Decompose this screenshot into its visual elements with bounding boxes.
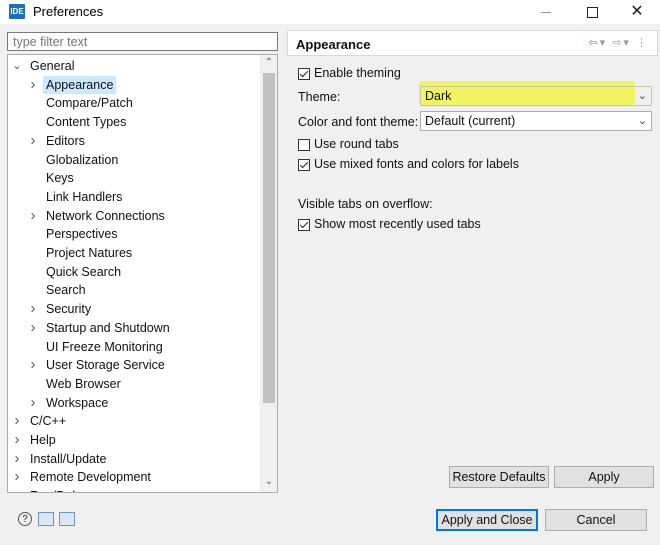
chevron-down-icon: ⌄ <box>637 90 647 102</box>
tree-item-label: Remote Development <box>30 470 151 485</box>
font-theme-select[interactable]: Default (current) ⌄ <box>420 111 652 131</box>
tree-item-label: Workspace <box>46 395 109 410</box>
theme-value: Dark <box>425 89 452 103</box>
tree-item-label: User Storage Service <box>46 358 165 373</box>
cancel-button[interactable]: Cancel <box>545 509 647 531</box>
round-tabs-label: Use round tabs <box>314 137 399 151</box>
window-title: Preferences <box>33 4 104 19</box>
chevron-right-icon[interactable]: › <box>12 450 22 468</box>
tree-item-label: General <box>30 59 75 73</box>
recent-tabs-label: Show most recently used tabs <box>314 217 481 231</box>
tree-scrollbar[interactable]: ⌃ ⌄ <box>260 55 277 492</box>
recent-tabs-checkbox[interactable] <box>298 219 310 231</box>
apply-and-close-button[interactable]: Apply and Close <box>436 509 538 531</box>
chevron-right-icon[interactable]: › <box>12 487 22 492</box>
tree-item-label: Perspectives <box>46 227 118 242</box>
font-theme-label: Color and font theme: <box>298 115 419 129</box>
chevron-down-icon[interactable]: ⌄ <box>12 57 22 75</box>
chevron-right-icon[interactable]: › <box>28 394 38 412</box>
chevron-down-icon: ⌄ <box>637 115 647 127</box>
maximize-button[interactable] <box>569 0 615 24</box>
tree-item-label: Search <box>46 283 86 298</box>
tree-item-label: Security <box>46 302 92 317</box>
restore-defaults-button[interactable]: Restore Defaults <box>449 466 549 488</box>
close-icon: ✕ <box>630 3 644 20</box>
back-menu-icon[interactable]: ▾ <box>600 37 608 49</box>
theme-label: Theme: <box>298 90 341 104</box>
tree-item-label: UI Freeze Monitoring <box>46 339 163 354</box>
mixed-fonts-label: Use mixed fonts and colors for labels <box>314 157 519 171</box>
forward-menu-icon[interactable]: ▾ <box>623 37 631 49</box>
minimize-button[interactable] <box>523 0 569 24</box>
apply-button[interactable]: Apply <box>554 466 654 488</box>
tree-item-label: Content Types <box>46 115 127 130</box>
mixed-fonts-checkbox[interactable] <box>298 159 310 171</box>
page-title: Appearance <box>296 37 371 52</box>
chevron-right-icon[interactable]: › <box>12 431 22 449</box>
tree-item-label: Quick Search <box>46 264 122 279</box>
help-icon[interactable]: ? <box>18 512 32 526</box>
chevron-right-icon[interactable]: › <box>12 468 22 486</box>
tree-item-label: Globalization <box>46 152 119 167</box>
tree-item-label: C/C++ <box>30 414 67 429</box>
preference-tree[interactable]: ⌄ General › Appearance Compare/Patch Content … <box>7 54 278 493</box>
font-theme-value: Default (current) <box>425 114 516 128</box>
preference-page: Appearance ⇦▾ ⇨▾ ⋮ Enable theming Theme:… <box>287 30 658 496</box>
tree-item-label: Run/Debug <box>27 487 96 492</box>
view-menu-icon[interactable]: ⋮ <box>636 37 649 49</box>
title-bar: IDE Preferences ✕ <box>0 0 660 24</box>
tree-item-label: Startup and Shutdown <box>46 320 170 335</box>
page-nav: ⇦▾ ⇨▾ ⋮ <box>588 36 649 49</box>
filter-input[interactable] <box>7 32 278 51</box>
enable-theming-checkbox[interactable] <box>298 68 310 80</box>
tree-item-label: Compare/Patch <box>46 96 133 111</box>
tree-item-label: Install/Update <box>30 451 107 466</box>
minimize-icon <box>541 11 551 13</box>
scroll-down-icon[interactable]: ⌄ <box>261 476 277 487</box>
tree-item-label: Help <box>30 433 56 447</box>
scroll-thumb[interactable] <box>263 73 275 403</box>
export-icon[interactable] <box>59 512 75 526</box>
tree-item-label: Appearance <box>43 75 117 94</box>
forward-icon[interactable]: ⇨ <box>612 37 623 49</box>
chevron-right-icon[interactable]: › <box>12 412 22 430</box>
tree-item-label: Keys <box>46 171 74 186</box>
tree-item-label: Project Natures <box>46 246 133 260</box>
tree-item-label: Web Browser <box>46 376 121 391</box>
maximize-icon <box>586 6 598 18</box>
close-button[interactable]: ✕ <box>614 0 660 24</box>
app-icon: IDE <box>9 4 25 19</box>
page-header: Appearance ⇦▾ ⇨▾ ⋮ <box>287 30 658 56</box>
back-icon[interactable]: ⇦ <box>588 37 599 49</box>
chevron-right-icon[interactable]: › <box>28 76 38 94</box>
tree-item-label: Network Connections <box>46 208 165 223</box>
import-icon[interactable] <box>38 512 54 526</box>
theme-select[interactable]: Dark ⌄ <box>420 86 652 106</box>
round-tabs-checkbox[interactable] <box>298 139 310 151</box>
chevron-right-icon[interactable]: › <box>28 300 38 318</box>
tree-item-label: Link Handlers <box>46 189 123 204</box>
enable-theming-label: Enable theming <box>314 66 401 80</box>
scroll-up-icon[interactable]: ⌃ <box>261 57 277 68</box>
overflow-label: Visible tabs on overflow: <box>298 197 433 211</box>
chevron-right-icon[interactable]: › <box>28 132 38 150</box>
chevron-right-icon[interactable]: › <box>28 319 38 337</box>
chevron-right-icon[interactable]: › <box>28 207 38 225</box>
tree-item-label: Editors <box>46 133 85 148</box>
chevron-right-icon[interactable]: › <box>28 356 38 374</box>
